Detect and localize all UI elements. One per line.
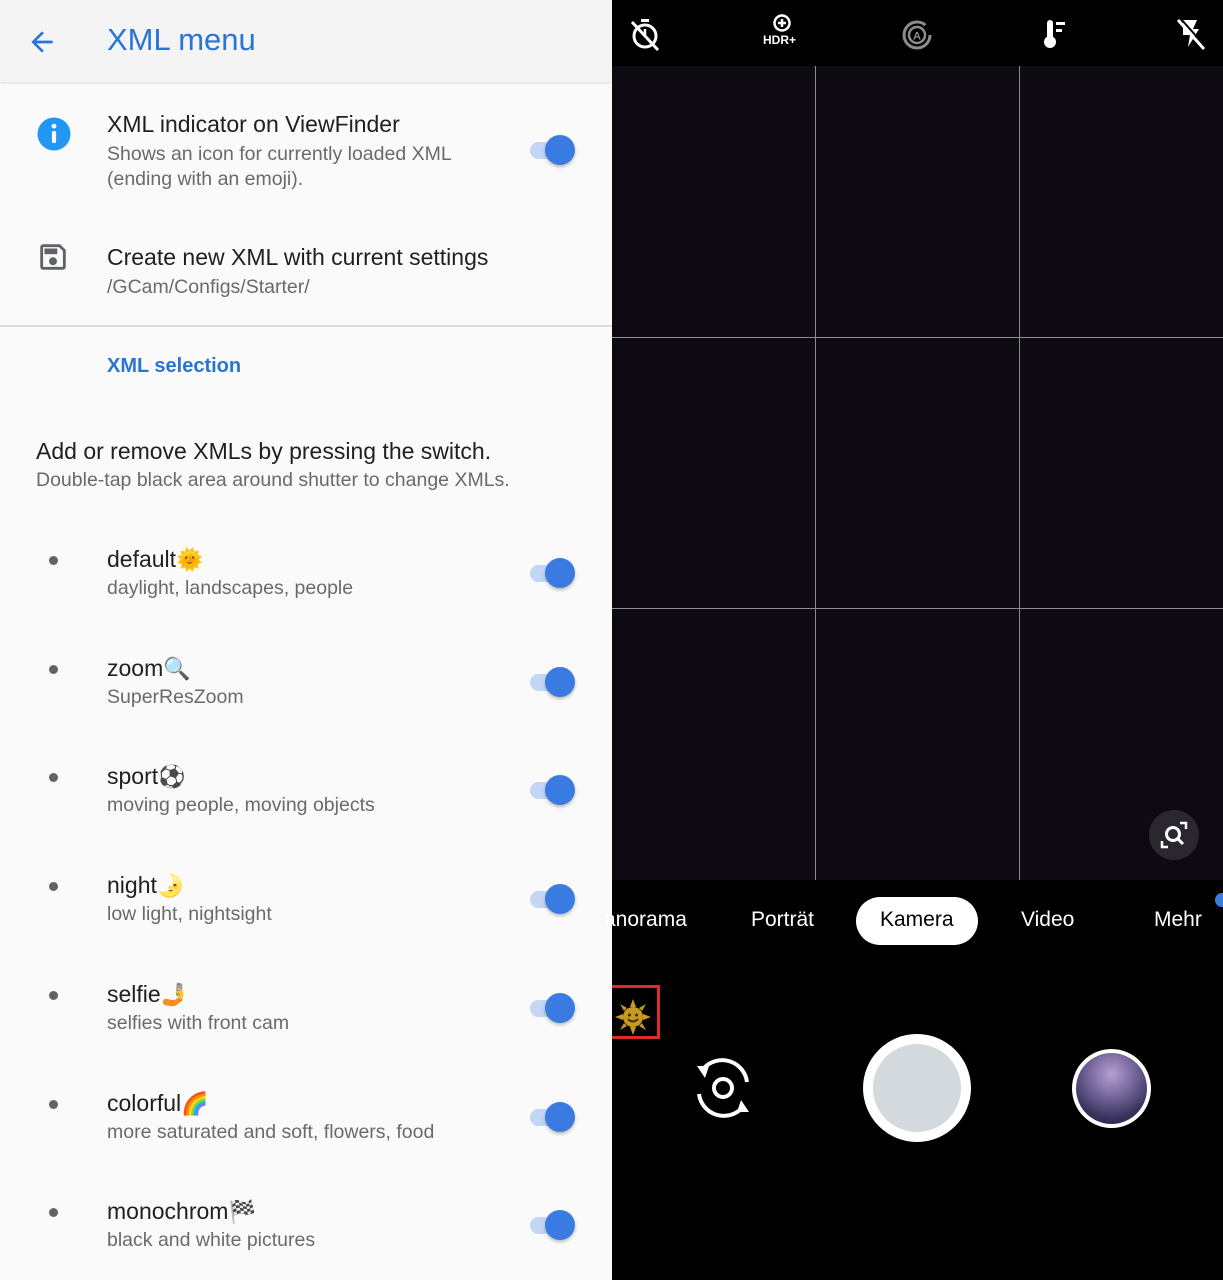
xml-indicator-toggle[interactable] [528,133,578,167]
xml-emoji-icon: 🏁 [228,1200,256,1226]
flash-off-icon[interactable] [1170,14,1210,54]
hdr-label: HDR+ [763,33,797,47]
setting-title: XML indicator on ViewFinder [107,111,400,137]
bullet [49,882,58,892]
grid-line [1019,66,1020,880]
white-balance-icon[interactable] [1034,14,1074,54]
xml-toggle-night[interactable] [528,882,578,916]
bullet [49,773,58,783]
xml-emoji-icon: ⚽ [158,765,186,791]
app-bar: XML menu [0,0,612,82]
xml-name: selfie🤳 [107,981,188,1008]
svg-text:A: A [913,31,921,43]
page-title: XML menu [107,22,256,57]
xml-description: selfies with front cam [107,1011,290,1034]
shutter-button[interactable] [863,1034,971,1142]
notification-dot [1215,893,1223,907]
xml-emoji-icon: 🌛 [156,874,185,900]
bullet [49,1208,58,1218]
toggle-thumb [545,884,575,915]
bullet [49,556,58,565]
grid-line [612,337,1223,338]
xml-name-text: monochrom [107,1198,229,1225]
xml-indicator[interactable] [612,985,660,1039]
setting-subtitle: Shows an icon for currently loaded XML [107,143,452,165]
section-header: XML selection [107,355,242,377]
xml-toggle-sport[interactable] [528,773,578,807]
help-title: Add or remove XMLs by pressing the switc… [36,438,492,464]
xml-toggle-selfie[interactable] [528,991,578,1025]
camera-panel: HDR+ A anorama Porträt Kamera Video Mehr [604,0,1223,1280]
xml-name: zoom🔍 [107,655,191,682]
xml-name: colorful🌈 [107,1090,209,1117]
lens-search-icon [1160,821,1188,849]
xml-emoji-icon: 🌈 [181,1091,209,1117]
xml-description: black and white pictures [107,1229,316,1252]
toggle-thumb [545,666,575,697]
xml-name: monochrom🏁 [107,1198,256,1225]
toggle-thumb [545,135,575,165]
hdr-plus-button[interactable]: HDR+ [760,14,804,54]
viewfinder[interactable] [612,66,1223,880]
xml-name-text: selfie [107,980,161,1007]
grid-line [815,66,816,880]
mode-tab-1[interactable]: Porträt [751,908,814,932]
setting-subtitle-2: (ending with an emoji). [107,168,304,190]
xml-toggle-monochrom[interactable] [528,1208,578,1242]
arrow-back-icon[interactable] [26,26,58,58]
setting-title: Create new XML with current settings [107,244,489,270]
mode-tab-2[interactable]: Kamera [856,897,978,945]
shutter-inner [873,1044,961,1132]
xml-name-text: night [107,872,157,899]
xml-description: SuperResZoom [107,685,244,708]
xml-settings-panel: XML menu XML indicator on ViewFinder Sho… [0,0,612,1280]
info-icon [37,117,71,151]
xml-toggle-default[interactable] [528,556,578,590]
bullet [49,990,58,1000]
timer-off-icon[interactable] [625,14,665,54]
mode-selector: anorama Porträt Kamera Video Mehr [604,895,1223,949]
setting-subtitle: /GCam/Configs/Starter/ [107,276,310,298]
divider [0,325,612,327]
xml-name-text: default [107,546,177,572]
xml-description: daylight, landscapes, people [107,577,354,599]
mode-tab-0[interactable]: anorama [604,908,687,932]
xml-toggle-zoom[interactable] [528,665,578,699]
gallery-thumbnail[interactable] [1072,1049,1151,1128]
grid-line [612,608,1223,609]
xml-emoji-icon: 🔍 [163,656,191,682]
sun-with-face-icon [615,999,651,1035]
hdr-plus-icon [773,14,791,32]
xml-name: sport⚽ [107,763,186,790]
xml-description: more saturated and soft, flowers, food [107,1120,435,1143]
xml-emoji-icon: 🌞 [176,548,204,573]
lens-button[interactable] [1149,810,1199,860]
switch-camera-icon[interactable] [687,1052,759,1124]
auto-exposure-icon[interactable]: A [897,14,937,54]
xml-name: default🌞 [107,546,203,573]
last-photo-thumbnail [1076,1053,1147,1124]
mode-tab-4[interactable]: Mehr [1154,908,1202,932]
bullet [49,1099,58,1109]
toggle-thumb [545,558,575,588]
xml-name-text: zoom [107,654,164,681]
xml-description: low light, nightsight [107,903,272,926]
xml-name: night🌛 [107,872,184,899]
xml-emoji-icon: 🤳 [160,982,189,1008]
camera-top-bar: HDR+ A [612,0,1223,66]
xml-name-text: colorful [107,1089,182,1116]
save-icon [40,244,66,270]
help-subtitle: Double-tap black area around shutter to … [36,469,510,491]
mode-tab-3[interactable]: Video [1021,908,1074,932]
xml-toggle-colorful[interactable] [528,1100,578,1134]
toggle-thumb [545,1101,575,1132]
toggle-thumb [545,775,575,806]
xml-description: moving people, moving objects [107,794,375,817]
toggle-thumb [545,1210,575,1241]
bullet [49,664,58,674]
toggle-thumb [545,992,575,1023]
xml-name-text: sport [107,763,159,790]
